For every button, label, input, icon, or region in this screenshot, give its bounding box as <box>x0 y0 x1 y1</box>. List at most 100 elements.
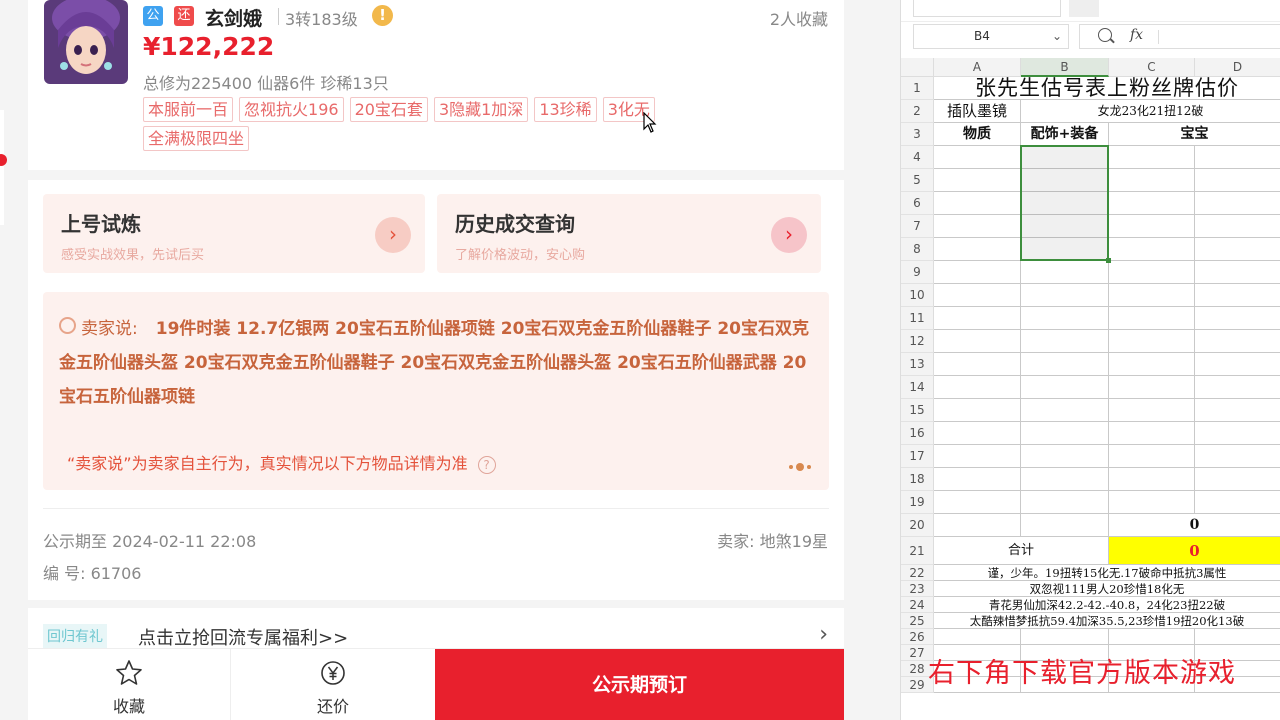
chevron-right-icon[interactable]: › <box>375 217 411 253</box>
column-header-c[interactable]: C <box>1109 58 1195 77</box>
sheet-cell[interactable] <box>1195 376 1280 399</box>
sheet-cell[interactable] <box>934 307 1021 330</box>
sheet-cell[interactable] <box>1109 307 1195 330</box>
seller-name[interactable]: 卖家: 地煞19星 <box>717 528 828 552</box>
sheet-cell[interactable] <box>1195 261 1280 284</box>
search-icon[interactable] <box>1098 28 1112 42</box>
column-header-d[interactable]: D <box>1195 58 1280 77</box>
sheet-cell[interactable] <box>1195 353 1280 376</box>
note-row[interactable]: 青花男仙加深42.2-42.-40.8，24化23扭22破 <box>934 597 1280 613</box>
sheet-cell[interactable] <box>1021 445 1109 468</box>
sheet-cell[interactable] <box>934 215 1021 238</box>
row-header-6[interactable]: 6 <box>901 192 934 215</box>
sheet-cell[interactable] <box>934 192 1021 215</box>
sheet-cell[interactable] <box>934 284 1021 307</box>
counter-offer-button[interactable]: 还价 <box>231 649 435 720</box>
row-header-2[interactable]: 2 <box>901 100 934 123</box>
sheet-cell[interactable] <box>1109 376 1195 399</box>
sheet-cell[interactable] <box>934 629 1021 645</box>
cell-c20[interactable]: 0 <box>1109 514 1280 537</box>
favorite-button[interactable]: 收藏 <box>28 649 231 720</box>
promo-text[interactable]: 点击立抢回流专属福利>> <box>138 624 348 650</box>
header-material[interactable]: 物质 <box>934 123 1021 146</box>
note-row[interactable]: 太酷辣惜梦抵抗59.4加深35.5,23珍惜19扭20化13破 <box>934 613 1280 629</box>
note-row[interactable]: 双忽视111男人20珍惜18化无 <box>934 581 1280 597</box>
row-header-11[interactable]: 11 <box>901 307 934 330</box>
sheet-cell[interactable] <box>1021 353 1109 376</box>
row-header-10[interactable]: 10 <box>901 284 934 307</box>
sheet-cell[interactable] <box>1109 284 1195 307</box>
header-pet[interactable]: 宝宝 <box>1109 123 1280 146</box>
row-header-4[interactable]: 4 <box>901 146 934 169</box>
row-header-3[interactable]: 3 <box>901 123 934 146</box>
sheet-cell[interactable] <box>1195 192 1280 215</box>
fill-handle[interactable] <box>1106 258 1111 263</box>
chevron-right-icon[interactable]: › <box>819 622 828 647</box>
chevron-down-icon[interactable]: ⌄ <box>1052 25 1062 48</box>
sheet-cell[interactable] <box>1021 422 1109 445</box>
total-label-cell[interactable]: 合计 <box>934 537 1109 565</box>
sheet-cell[interactable] <box>1109 468 1195 491</box>
row-header-7[interactable]: 7 <box>901 215 934 238</box>
select-all-corner[interactable] <box>901 58 934 77</box>
cell-a2[interactable]: 插队墨镜 <box>934 100 1021 123</box>
toolbar-grip[interactable] <box>1069 0 1099 17</box>
sheet-cell[interactable] <box>934 353 1021 376</box>
sheet-cell[interactable] <box>1195 445 1280 468</box>
sheet-title-cell[interactable]: 张先生估号表上粉丝牌估价 <box>934 77 1280 100</box>
row-header-8[interactable]: 8 <box>901 238 934 261</box>
total-value-cell[interactable]: 0 <box>1109 537 1280 565</box>
sheet-cell[interactable] <box>934 491 1021 514</box>
sheet-cell[interactable] <box>934 376 1021 399</box>
sheet-cell[interactable] <box>934 468 1021 491</box>
sheet-cell[interactable] <box>1109 399 1195 422</box>
sheet-cell[interactable] <box>1195 307 1280 330</box>
sheet-cell[interactable] <box>1195 399 1280 422</box>
sheet-cell[interactable] <box>1109 445 1195 468</box>
row-header-5[interactable]: 5 <box>901 169 934 192</box>
sheet-cell[interactable] <box>1109 629 1195 645</box>
row-header-24[interactable]: 24 <box>901 597 934 613</box>
more-dots-icon[interactable] <box>786 456 811 475</box>
sheet-cell[interactable] <box>934 238 1021 261</box>
row-header-14[interactable]: 14 <box>901 376 934 399</box>
row-header-19[interactable]: 19 <box>901 491 934 514</box>
row-header-26[interactable]: 26 <box>901 629 934 645</box>
toolbar-field[interactable] <box>913 0 1061 17</box>
sheet-cell[interactable] <box>1109 192 1195 215</box>
selected-range-b4-b8[interactable] <box>1020 145 1109 261</box>
note-row[interactable]: 谨，少年。19扭转15化无.17破命中抵抗3属性 <box>934 565 1280 581</box>
character-avatar[interactable] <box>44 0 128 84</box>
sheet-cell[interactable] <box>1021 514 1109 537</box>
sheet-cell[interactable] <box>1109 261 1195 284</box>
sheet-cell[interactable] <box>934 330 1021 353</box>
row-header-20[interactable]: 20 <box>901 514 934 537</box>
sheet-cell[interactable] <box>1109 422 1195 445</box>
sheet-cell[interactable] <box>934 261 1021 284</box>
sheet-cell[interactable] <box>1195 629 1280 645</box>
row-header-18[interactable]: 18 <box>901 468 934 491</box>
row-header-21[interactable]: 21 <box>901 537 934 565</box>
sheet-cell[interactable] <box>1195 215 1280 238</box>
header-equipment[interactable]: 配饰+装备 <box>1021 123 1109 146</box>
sheet-cell[interactable] <box>1195 238 1280 261</box>
trial-link[interactable]: 上号试炼 感受实战效果，先试后买 › <box>43 194 425 273</box>
chevron-right-icon[interactable]: › <box>771 217 807 253</box>
sheet-cell[interactable] <box>1195 491 1280 514</box>
sheet-cell[interactable] <box>934 169 1021 192</box>
history-link[interactable]: 历史成交查询 了解价格波动，安心购 › <box>437 194 821 273</box>
column-header-a[interactable]: A <box>934 58 1021 77</box>
row-header-15[interactable]: 15 <box>901 399 934 422</box>
sheet-cell[interactable] <box>934 514 1021 537</box>
help-icon[interactable]: ? <box>477 455 496 474</box>
row-header-22[interactable]: 22 <box>901 565 934 581</box>
sheet-cell[interactable] <box>1195 284 1280 307</box>
sheet-cell[interactable] <box>1109 330 1195 353</box>
sheet-cell[interactable] <box>1109 215 1195 238</box>
name-box[interactable]: B4 ⌄ <box>913 24 1069 49</box>
cell-b2-merged[interactable]: 女龙23化21扭12破 <box>1021 100 1280 123</box>
row-header-1[interactable]: 1 <box>901 77 934 100</box>
listing-card[interactable]: 公 还 玄剑娥 3转183级 ! 2人收藏 ¥122,222 总修为225400… <box>28 0 844 170</box>
sheet-cell[interactable] <box>1195 146 1280 169</box>
sheet-cell[interactable] <box>934 445 1021 468</box>
